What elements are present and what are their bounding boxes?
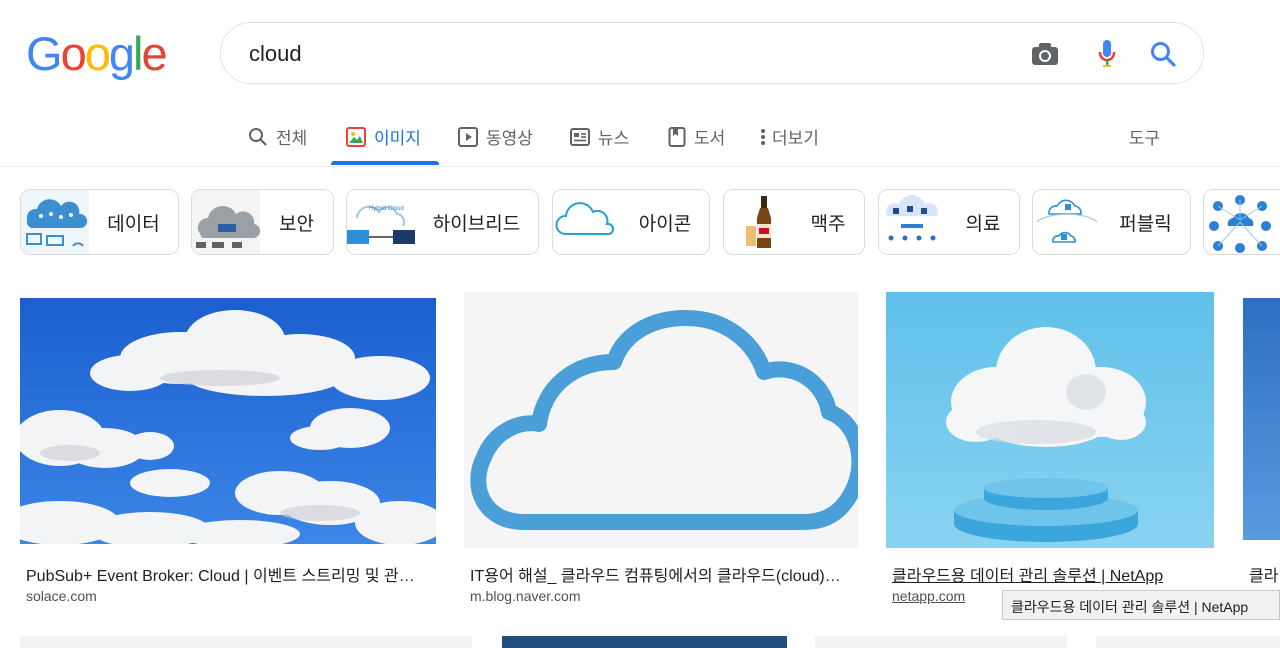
tab-books[interactable]: 도서: [668, 108, 725, 165]
result-image[interactable]: [20, 298, 436, 544]
result-title[interactable]: IT용어 해설_ 클라우드 컴퓨팅에서의 클라우드(cloud)…: [470, 562, 856, 586]
search-tabs: 전체 이미지 동영상 뉴스 도서 더보기 도구: [0, 108, 1280, 167]
chip-thumbnail: [879, 190, 947, 254]
result-image[interactable]: [886, 292, 1214, 548]
chip-label: 데이터: [107, 213, 160, 235]
search-input[interactable]: [249, 39, 949, 69]
camera-icon[interactable]: [1029, 38, 1061, 70]
result-image[interactable]: [20, 636, 472, 648]
more-vert-icon: [760, 128, 766, 146]
logo-letter: e: [141, 27, 167, 80]
result-title[interactable]: 클라우드용 데이터 관리 솔루션 | NetApp: [892, 562, 1212, 586]
related-chips: 데이터 보안 Hybrid Cloud 하이브리드 아이콘 맥주 의료 퍼블릭: [0, 188, 1280, 260]
tools-button[interactable]: 도구: [1129, 108, 1160, 165]
logo-letter: o: [60, 27, 87, 80]
chip-beer[interactable]: 맥주: [723, 189, 865, 255]
result-image[interactable]: [464, 292, 858, 548]
chip-partial[interactable]: [1203, 189, 1280, 255]
tab-label: 더보기: [772, 129, 819, 148]
chip-thumbnail-text: Hybrid Cloud: [369, 206, 404, 212]
chip-label: 맥주: [810, 213, 846, 235]
active-tab-indicator: [331, 161, 439, 165]
chip-thumbnail: Hybrid Cloud: [347, 190, 415, 254]
tab-more[interactable]: 더보기: [760, 108, 819, 165]
tab-label: 동영상: [486, 129, 533, 148]
book-icon: [668, 126, 686, 147]
microphone-icon[interactable]: [1091, 38, 1123, 70]
tab-label: 전체: [276, 129, 308, 148]
chip-thumbnail: [1033, 190, 1101, 254]
search-icon[interactable]: [1147, 38, 1179, 70]
chip-security[interactable]: 보안: [191, 189, 334, 255]
tab-label: 뉴스: [598, 129, 630, 148]
result-title[interactable]: 클라: [1249, 562, 1280, 586]
play-icon: [458, 126, 478, 147]
chip-thumbnail: [724, 190, 792, 254]
logo-letter: G: [26, 27, 63, 80]
chip-label: 퍼블릭: [1119, 213, 1172, 235]
tab-videos[interactable]: 동영상: [458, 108, 533, 165]
result-image[interactable]: [1243, 298, 1280, 540]
search-icon: [248, 127, 268, 147]
chip-public[interactable]: 퍼블릭: [1032, 189, 1191, 255]
tooltip: 클라우드용 데이터 관리 솔루션 | NetApp: [1002, 590, 1280, 620]
tab-label: 이미지: [374, 129, 421, 148]
result-image[interactable]: [815, 636, 1067, 648]
result-title[interactable]: PubSub+ Event Broker: Cloud | 이벤트 스트리밍 및…: [26, 562, 436, 586]
chip-icon[interactable]: 아이콘: [552, 189, 710, 255]
result-site[interactable]: m.blog.naver.com: [470, 588, 581, 604]
chip-label: 하이브리드: [432, 213, 521, 235]
result-image[interactable]: [1096, 636, 1280, 648]
chip-data[interactable]: 데이터: [20, 189, 179, 255]
tab-all[interactable]: 전체: [248, 108, 307, 165]
result-site[interactable]: solace.com: [26, 588, 97, 604]
chip-label: 의료: [965, 213, 1001, 235]
search-box[interactable]: [220, 22, 1204, 84]
tab-label: 도서: [694, 129, 726, 148]
chip-label: 아이콘: [638, 213, 692, 235]
chip-hybrid[interactable]: Hybrid Cloud 하이브리드: [346, 189, 539, 255]
news-icon: [570, 127, 590, 147]
logo-letter: o: [84, 27, 111, 80]
tab-news[interactable]: 뉴스: [570, 108, 629, 165]
chip-thumbnail: [1204, 190, 1272, 254]
image-icon: [346, 126, 366, 147]
result-image[interactable]: [502, 636, 787, 648]
google-logo[interactable]: Google: [26, 27, 168, 80]
chip-thumbnail: [553, 190, 621, 254]
logo-letter: l: [132, 27, 144, 80]
chip-label: 보안: [279, 213, 314, 235]
chip-medical[interactable]: 의료: [878, 189, 1020, 255]
chip-thumbnail: [192, 190, 260, 254]
logo-letter: g: [108, 27, 135, 80]
chip-thumbnail: [21, 190, 89, 254]
tab-images[interactable]: 이미지: [346, 108, 421, 165]
result-site[interactable]: netapp.com: [892, 588, 965, 604]
